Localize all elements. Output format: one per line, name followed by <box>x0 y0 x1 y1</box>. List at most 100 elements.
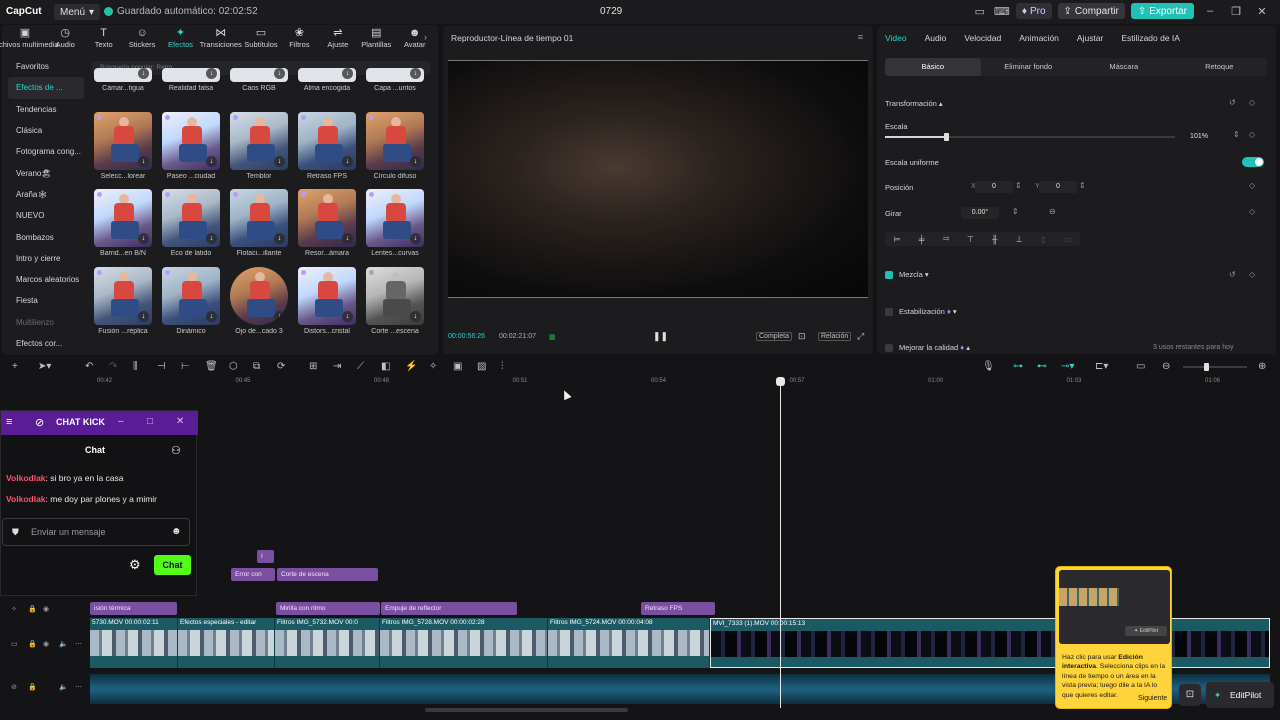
effect-clip[interactable]: isión térmica <box>90 602 177 615</box>
lane-lock-icon[interactable]: 🔒 <box>28 605 37 613</box>
preview-axis-icon[interactable]: ⊏▾ <box>1095 361 1108 372</box>
effect-card[interactable]: ↓ Eco de latido <box>162 189 220 257</box>
mirror-icon[interactable]: ⟋ <box>357 361 364 372</box>
close-icon[interactable]: ✕ <box>1252 5 1272 18</box>
align-top-icon[interactable]: ⊤ <box>958 235 982 244</box>
tool-media[interactable]: ▣Archivos multimedia <box>0 26 59 49</box>
video-preview[interactable] <box>448 60 868 298</box>
download-icon[interactable]: ↓ <box>274 233 285 244</box>
ratio-button[interactable]: Relación <box>818 332 852 341</box>
effect-card[interactable]: ↓ Ojo de...cado 3 <box>230 267 288 335</box>
tool-subtitles[interactable]: ▭ Subtítulos <box>242 26 280 49</box>
align-right-icon[interactable]: ⫤ <box>934 234 958 244</box>
close-icon[interactable]: ✕ <box>176 416 184 427</box>
download-icon[interactable]: ↓ <box>342 68 353 79</box>
quality-section-title[interactable]: Mejorar la calidad ♦ ▴ <box>899 343 970 352</box>
sidebar-item[interactable]: Clásica <box>4 120 88 141</box>
download-icon[interactable]: ↓ <box>206 233 217 244</box>
magic-icon[interactable]: ✧ <box>429 361 437 372</box>
sidebar-item[interactable]: Favoritos <box>4 56 88 77</box>
timeline-view-icon[interactable]: ▦ <box>549 333 556 341</box>
export-button[interactable]: ⇧ Exportar <box>1130 3 1194 19</box>
download-icon[interactable]: ↓ <box>138 233 149 244</box>
scale-value[interactable]: 101% <box>1180 131 1218 143</box>
shortcuts-icon[interactable]: ⌨ <box>994 5 1010 18</box>
lane-more-icon[interactable]: ⋯ <box>75 640 82 648</box>
maximize-icon[interactable]: ❐ <box>1226 5 1246 18</box>
link-main-track-icon[interactable]: ⊶ <box>1013 361 1023 372</box>
sidebar-item[interactable]: NUEVO <box>4 205 88 226</box>
zoom-out-icon[interactable]: ⊖ <box>1162 361 1170 372</box>
align-center-h-icon[interactable]: ╪ <box>909 235 933 244</box>
effect-clip[interactable]: Error con <box>231 568 275 581</box>
full-quality-button[interactable]: Completa <box>756 332 792 341</box>
lane-audio-icon[interactable]: 🔈 <box>59 640 68 648</box>
image-icon[interactable]: ▨ <box>477 361 486 372</box>
zoom-slider[interactable] <box>1183 363 1247 371</box>
distribute-v-icon[interactable]: ▭ <box>1056 235 1080 244</box>
effect-card[interactable]: ↓ Distors...cristal <box>298 267 356 335</box>
stabilize-checkbox[interactable] <box>885 308 893 316</box>
stabilize-section-title[interactable]: Estabilización ♦ ▾ <box>899 307 957 316</box>
keyframe-icon[interactable]: ◇ <box>1249 207 1255 216</box>
lane-lock-icon[interactable]: 🔒 <box>28 683 37 691</box>
download-icon[interactable]: ↓ <box>274 311 285 322</box>
download-icon[interactable]: ↓ <box>206 311 217 322</box>
reset-icon[interactable]: ↺ <box>1229 270 1236 279</box>
playhead[interactable] <box>780 378 781 708</box>
effect-card[interactable]: ↓ Círculo difuso <box>366 112 424 180</box>
pos-y-input[interactable]: 0 <box>1039 181 1077 193</box>
distribute-h-icon[interactable]: ▯ <box>1031 235 1055 244</box>
align-left-icon[interactable]: ⊨ <box>885 235 909 244</box>
tool-text[interactable]: T Texto <box>84 26 122 49</box>
user-settings-icon[interactable]: ⚇ <box>171 444 181 457</box>
effect-card[interactable]: ↓ Capa ...untos <box>366 68 424 92</box>
blend-section-title[interactable]: Mezcla ▾ <box>899 270 929 279</box>
split-icon[interactable]: ⫼ <box>133 361 138 372</box>
inspector-subtab[interactable]: Retoque <box>1172 58 1268 76</box>
freeze-icon[interactable]: ⊞ <box>309 361 317 372</box>
minimize-icon[interactable]: – <box>1200 5 1220 17</box>
emoji-icon[interactable]: ☻ <box>171 519 182 545</box>
scale-slider[interactable] <box>885 133 1175 141</box>
magnet-icon[interactable]: ⊷ <box>1037 361 1047 372</box>
maximize-icon[interactable]: □ <box>147 416 153 427</box>
inspector-tab[interactable]: Ajustar <box>1077 33 1103 43</box>
tooltip-next-button[interactable]: Siguiente <box>1138 695 1167 702</box>
layout-icon[interactable]: ▭ <box>972 5 988 18</box>
effect-clip[interactable]: Mirilla con ritmo <box>276 602 380 615</box>
tool-effects[interactable]: ✦ Efectos <box>161 26 199 49</box>
split-left-icon[interactable]: ⊣ <box>157 361 166 372</box>
lane-more-icon[interactable]: ⋯ <box>75 683 82 691</box>
effect-card[interactable]: ↓ Barrid...en B/N <box>94 189 152 257</box>
sidebar-item[interactable]: Intro y cierre <box>4 248 88 269</box>
download-icon[interactable]: ↓ <box>274 68 285 79</box>
pause-icon[interactable]: ❚❚ <box>653 331 668 342</box>
inspector-tab[interactable]: Video <box>885 33 907 43</box>
effect-card[interactable]: ↓ Alma encogida <box>298 68 356 92</box>
hamburger-icon[interactable]: ≡ <box>6 416 12 428</box>
download-icon[interactable]: ↓ <box>410 311 421 322</box>
blend-checkbox[interactable] <box>885 271 893 279</box>
scale-slider-knob[interactable] <box>943 133 949 141</box>
stepper-icon[interactable]: ⇕ <box>1015 181 1022 190</box>
waveform-icon[interactable]: ⫶ <box>501 361 504 372</box>
delete-icon[interactable]: 🗑 <box>205 361 218 372</box>
timeline-horizontal-scrollbar[interactable] <box>425 708 628 712</box>
select-tool-icon[interactable]: ➤▾ <box>38 361 51 372</box>
download-icon[interactable]: ↓ <box>410 68 421 79</box>
rotate-icon[interactable]: ◧ <box>381 361 390 372</box>
stepper-icon[interactable]: ⇕ <box>1012 207 1019 216</box>
sidebar-item[interactable]: Verano🏖 <box>4 162 88 183</box>
chat-username[interactable]: Volkodlak <box>6 473 46 483</box>
pos-x-input[interactable]: 0 <box>975 181 1013 193</box>
effect-card[interactable]: ↓ Corte ...escena <box>366 267 424 335</box>
add-track-icon[interactable]: + <box>12 361 18 372</box>
download-icon[interactable]: ↓ <box>274 156 285 167</box>
effect-card[interactable]: ↓ Caos RGB <box>230 68 288 92</box>
transform-section-title[interactable]: Transformación ▴ <box>885 99 943 108</box>
uniform-scale-toggle[interactable] <box>1242 157 1264 167</box>
keyframe-icon[interactable]: ◇ <box>1249 270 1255 279</box>
speed-icon[interactable]: ⟳ <box>277 361 285 372</box>
quality-checkbox[interactable] <box>885 344 893 352</box>
